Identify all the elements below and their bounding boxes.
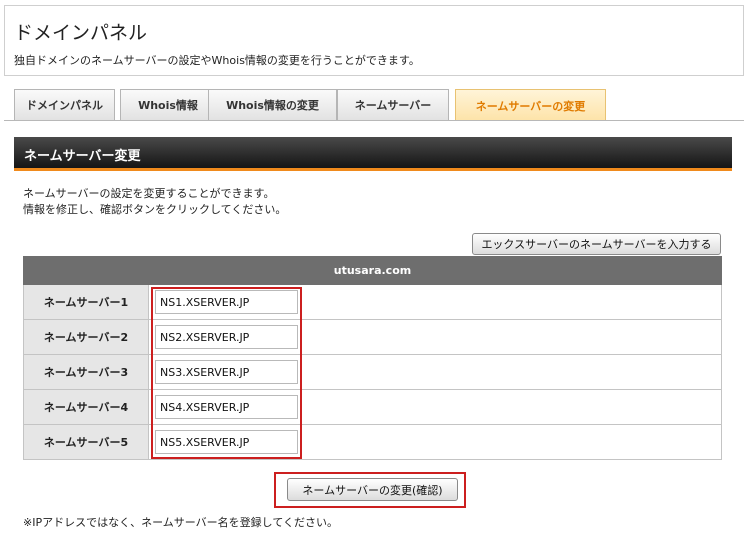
- nameserver-5-input[interactable]: [155, 430, 298, 454]
- tab-nameserver[interactable]: ネームサーバー: [337, 89, 449, 120]
- ip-address-note: ※IPアドレスではなく、ネームサーバー名を登録してください。: [23, 516, 338, 529]
- nameserver-4-input[interactable]: [155, 395, 298, 419]
- tab-divider: [4, 120, 744, 121]
- section-title: ネームサーバー変更: [24, 149, 141, 164]
- page-title: ドメインパネル: [14, 22, 148, 44]
- tab-domain-panel[interactable]: ドメインパネル: [14, 89, 115, 120]
- nameserver-1-input[interactable]: [155, 290, 298, 314]
- description-line-1: ネームサーバーの設定を変更することができます。: [23, 187, 275, 200]
- table-row: ネームサーバー3: [23, 354, 722, 390]
- tab-whois-change[interactable]: Whois情報の変更: [208, 89, 337, 120]
- domain-header-row: utusara.com: [23, 256, 722, 285]
- domain-panel-header: ドメインパネル 独自ドメインのネームサーバーの設定やWhois情報の変更を行うこ…: [4, 5, 744, 76]
- confirm-nameserver-change-button[interactable]: ネームサーバーの変更(確認): [287, 478, 458, 501]
- tab-whois-info[interactable]: Whois情報: [120, 89, 216, 120]
- nameserver-4-label: ネームサーバー4: [23, 389, 149, 425]
- fill-xserver-nameservers-button[interactable]: エックスサーバーのネームサーバーを入力する: [472, 233, 721, 255]
- table-row: ネームサーバー2: [23, 319, 722, 355]
- nameserver-3-label: ネームサーバー3: [23, 354, 149, 390]
- section-description: ネームサーバーの設定を変更することができます。 情報を修正し、確認ボタンをクリッ…: [23, 186, 286, 218]
- table-row: ネームサーバー4: [23, 389, 722, 425]
- table-row: ネームサーバー5: [23, 424, 722, 460]
- table-row: ネームサーバー1: [23, 284, 722, 320]
- nameserver-1-label: ネームサーバー1: [23, 284, 149, 320]
- nameserver-2-input[interactable]: [155, 325, 298, 349]
- description-line-2: 情報を修正し、確認ボタンをクリックしてください。: [23, 203, 287, 216]
- tab-nameserver-change[interactable]: ネームサーバーの変更: [455, 89, 606, 121]
- section-header: ネームサーバー変更: [14, 137, 732, 171]
- nameserver-2-label: ネームサーバー2: [23, 319, 149, 355]
- nameserver-table: utusara.com ネームサーバー1 ネームサーバー2 ネームサーバー3 ネ…: [23, 256, 722, 460]
- nameserver-5-label: ネームサーバー5: [23, 424, 149, 460]
- domain-name: utusara.com: [23, 256, 722, 285]
- page-subtitle: 独自ドメインのネームサーバーの設定やWhois情報の変更を行うことができます。: [14, 54, 420, 67]
- nameserver-3-input[interactable]: [155, 360, 298, 384]
- tab-bar: ドメインパネル Whois情報 Whois情報の変更 ネームサーバー ネームサー…: [14, 89, 744, 121]
